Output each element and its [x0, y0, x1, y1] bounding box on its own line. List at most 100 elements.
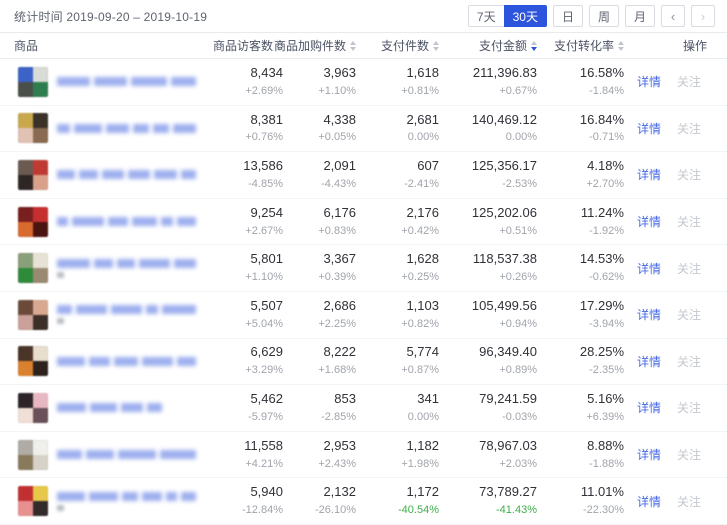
amount-delta: +0.67%	[439, 84, 537, 100]
product-thumbnail[interactable]	[18, 113, 48, 143]
follow-link[interactable]: 关注	[677, 166, 701, 183]
cart-cell: 2,953+2.43%	[283, 437, 356, 473]
product-title-redacted[interactable]	[57, 357, 196, 366]
column-header-6[interactable]: 支付转化率	[537, 37, 624, 54]
visitors-cell: 9,254+2.67%	[196, 204, 283, 240]
title-segment	[121, 403, 143, 412]
product-thumbnail[interactable]	[18, 160, 48, 190]
product-title-redacted[interactable]	[57, 492, 196, 501]
product-thumbnail[interactable]	[18, 346, 48, 376]
title-segment	[147, 403, 162, 412]
conversion-cell: 8.88%-1.88%	[537, 437, 624, 473]
title-segment	[108, 217, 129, 226]
range-button-日[interactable]: 日	[553, 5, 583, 27]
product-title-redacted[interactable]	[57, 77, 196, 86]
product-title-redacted[interactable]	[57, 403, 162, 412]
product-cell	[0, 440, 196, 470]
conversion-value: 17.29%	[537, 297, 624, 316]
detail-link[interactable]: 详情	[637, 493, 661, 510]
title-segment	[181, 170, 196, 179]
product-title-redacted[interactable]	[57, 217, 196, 226]
paid-value: 1,103	[356, 297, 439, 316]
actions-cell: 详情关注	[624, 213, 727, 230]
follow-link[interactable]: 关注	[677, 353, 701, 370]
cart-value: 853	[283, 390, 356, 409]
column-header-5[interactable]: 支付金额	[439, 37, 537, 54]
cart-cell: 2,132-26.10%	[283, 483, 356, 519]
table-row: 5,940-12.84%2,132-26.10%1,172-40.54%73,7…	[0, 478, 727, 525]
product-thumbnail[interactable]	[18, 440, 48, 470]
thumbnail-pixel	[33, 67, 48, 82]
thumbnail-pixel	[33, 393, 48, 408]
title-segment	[160, 450, 196, 459]
product-title-redacted[interactable]	[57, 305, 196, 314]
range-button-7天[interactable]: 7天	[468, 5, 504, 27]
cart-delta: -26.10%	[283, 503, 356, 519]
range-button-月[interactable]: 月	[625, 5, 655, 27]
follow-link[interactable]: 关注	[677, 260, 701, 277]
stat-time-text: 统计时间 2019-09-20 – 2019-10-19	[14, 8, 207, 25]
product-thumbnail[interactable]	[18, 67, 48, 97]
detail-link[interactable]: 详情	[637, 166, 661, 183]
amount-value: 79,241.59	[439, 390, 537, 409]
cart-cell: 2,686+2.25%	[283, 297, 356, 333]
product-title-redacted[interactable]	[57, 450, 196, 459]
product-thumbnail[interactable]	[18, 393, 48, 423]
product-title-wrap	[57, 77, 196, 86]
cart-cell: 8,222+1.68%	[283, 343, 356, 379]
range-button-30天[interactable]: 30天	[504, 5, 547, 27]
product-title-wrap	[57, 217, 196, 226]
follow-link[interactable]: 关注	[677, 306, 701, 323]
follow-link[interactable]: 关注	[677, 73, 701, 90]
follow-link[interactable]: 关注	[677, 213, 701, 230]
detail-link[interactable]: 详情	[637, 353, 661, 370]
visitors-cell: 5,507+5.04%	[196, 297, 283, 333]
column-header-2[interactable]: 商品访客数	[196, 37, 283, 54]
product-title-redacted[interactable]	[57, 259, 196, 268]
paid-delta: +0.82%	[356, 317, 439, 333]
table-row: 5,801+1.10%3,367+0.39%1,628+0.25%118,537…	[0, 245, 727, 292]
visitors-delta: +4.21%	[196, 457, 283, 473]
detail-link[interactable]: 详情	[637, 73, 661, 90]
column-header-4[interactable]: 支付件数	[356, 37, 439, 54]
product-cell	[0, 300, 196, 330]
thumbnail-pixel	[18, 408, 33, 423]
detail-link[interactable]: 详情	[637, 213, 661, 230]
follow-link[interactable]: 关注	[677, 399, 701, 416]
thumbnail-pixel	[18, 160, 33, 175]
follow-link[interactable]: 关注	[677, 446, 701, 463]
product-thumbnail[interactable]	[18, 207, 48, 237]
product-thumbnail[interactable]	[18, 253, 48, 283]
follow-link[interactable]: 关注	[677, 493, 701, 510]
paid-delta: +0.87%	[356, 363, 439, 379]
visitors-value: 13,586	[196, 157, 283, 176]
product-thumbnail[interactable]	[18, 300, 48, 330]
follow-link[interactable]: 关注	[677, 120, 701, 137]
cart-value: 2,132	[283, 483, 356, 502]
actions-cell: 详情关注	[624, 306, 727, 323]
detail-link[interactable]: 详情	[637, 399, 661, 416]
product-title-wrap	[57, 357, 196, 366]
pager-next-button[interactable]: ›	[691, 5, 715, 27]
product-title-redacted[interactable]	[57, 170, 196, 179]
detail-link[interactable]: 详情	[637, 306, 661, 323]
cart-delta: +0.83%	[283, 224, 356, 240]
thumbnail-pixel	[33, 82, 48, 97]
detail-link[interactable]: 详情	[637, 260, 661, 277]
conversion-cell: 4.18%+2.70%	[537, 157, 624, 193]
title-segment	[139, 259, 170, 268]
title-segment	[106, 124, 129, 133]
pager-prev-button[interactable]: ‹	[661, 5, 685, 27]
detail-link[interactable]: 详情	[637, 446, 661, 463]
column-header-3[interactable]: 商品加购件数	[283, 37, 356, 54]
title-segment	[72, 217, 104, 226]
product-title-wrap	[57, 124, 196, 133]
product-thumbnail[interactable]	[18, 486, 48, 516]
amount-delta: +0.89%	[439, 363, 537, 379]
detail-link[interactable]: 详情	[637, 120, 661, 137]
title-segment	[131, 77, 167, 86]
cart-cell: 3,963+1.10%	[283, 64, 356, 100]
range-button-周[interactable]: 周	[589, 5, 619, 27]
product-title-redacted[interactable]	[57, 124, 196, 133]
amount-delta: -0.03%	[439, 410, 537, 426]
